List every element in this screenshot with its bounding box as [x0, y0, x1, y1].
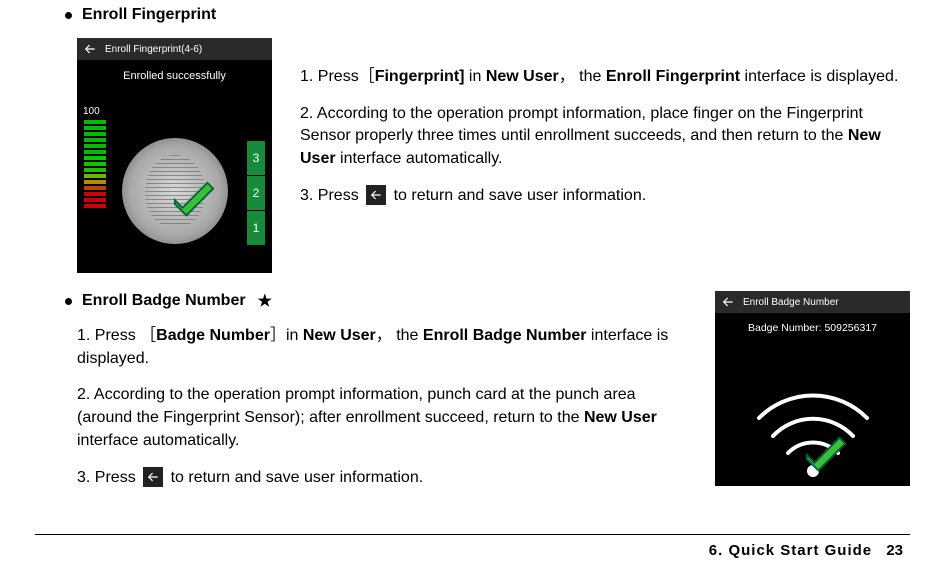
bullet-icon: [65, 298, 72, 305]
fp-meter-max: 100: [83, 106, 100, 117]
back-arrow-icon: [721, 295, 735, 309]
s1-step3: 3. Press to return and save user informa…: [300, 185, 910, 208]
bullet-icon: [65, 12, 72, 19]
footer-chapter: 6. Quick Start Guide: [709, 542, 872, 559]
fp-side-counts: 3 2 1: [247, 140, 265, 245]
bd-title-text: Enroll Badge Number: [743, 297, 839, 308]
s2-step3: 3. Press to return and save user informa…: [77, 467, 679, 490]
footer-page: 23: [886, 542, 903, 559]
fingerprint-screenshot: Enroll Fingerprint(4-6) Enrolled success…: [77, 38, 272, 273]
check-icon: [803, 434, 849, 480]
bd-titlebar: Enroll Badge Number: [715, 291, 910, 313]
check-icon: [171, 179, 217, 225]
heading-text: Enroll Fingerprint: [82, 6, 216, 24]
section-heading-enroll-fingerprint: Enroll Fingerprint: [65, 6, 910, 24]
count-2: 2: [247, 176, 265, 210]
back-button-icon: [143, 467, 163, 487]
back-button-icon: [366, 185, 386, 205]
count-1: 1: [247, 211, 265, 245]
s2-step2: 2. According to the operation prompt inf…: [77, 384, 679, 452]
star-icon: ★: [258, 291, 272, 311]
heading-text: Enroll Badge Number: [82, 292, 246, 310]
bd-badge-number: Badge Number: 509256317: [715, 313, 910, 338]
fp-titlebar: Enroll Fingerprint(4-6): [77, 38, 272, 60]
page-footer: 6. Quick Start Guide 23: [709, 542, 903, 559]
section-heading-enroll-badge: Enroll Badge Number ★: [65, 291, 679, 311]
fp-meter-bars: [84, 120, 106, 208]
s1-step1: 1. Press［Fingerprint] in New User， the E…: [300, 66, 910, 89]
fp-status-text: Enrolled successfully: [77, 60, 272, 90]
fp-title-text: Enroll Fingerprint(4-6): [105, 44, 202, 55]
footer-divider: [35, 534, 910, 535]
back-arrow-icon: [83, 42, 97, 56]
count-3: 3: [247, 141, 265, 175]
badge-screenshot: Enroll Badge Number Badge Number: 509256…: [715, 291, 910, 486]
s1-step2: 2. According to the operation prompt inf…: [300, 103, 910, 171]
s2-step1: 1. Press ［Badge Number］in New User， the …: [77, 325, 679, 370]
